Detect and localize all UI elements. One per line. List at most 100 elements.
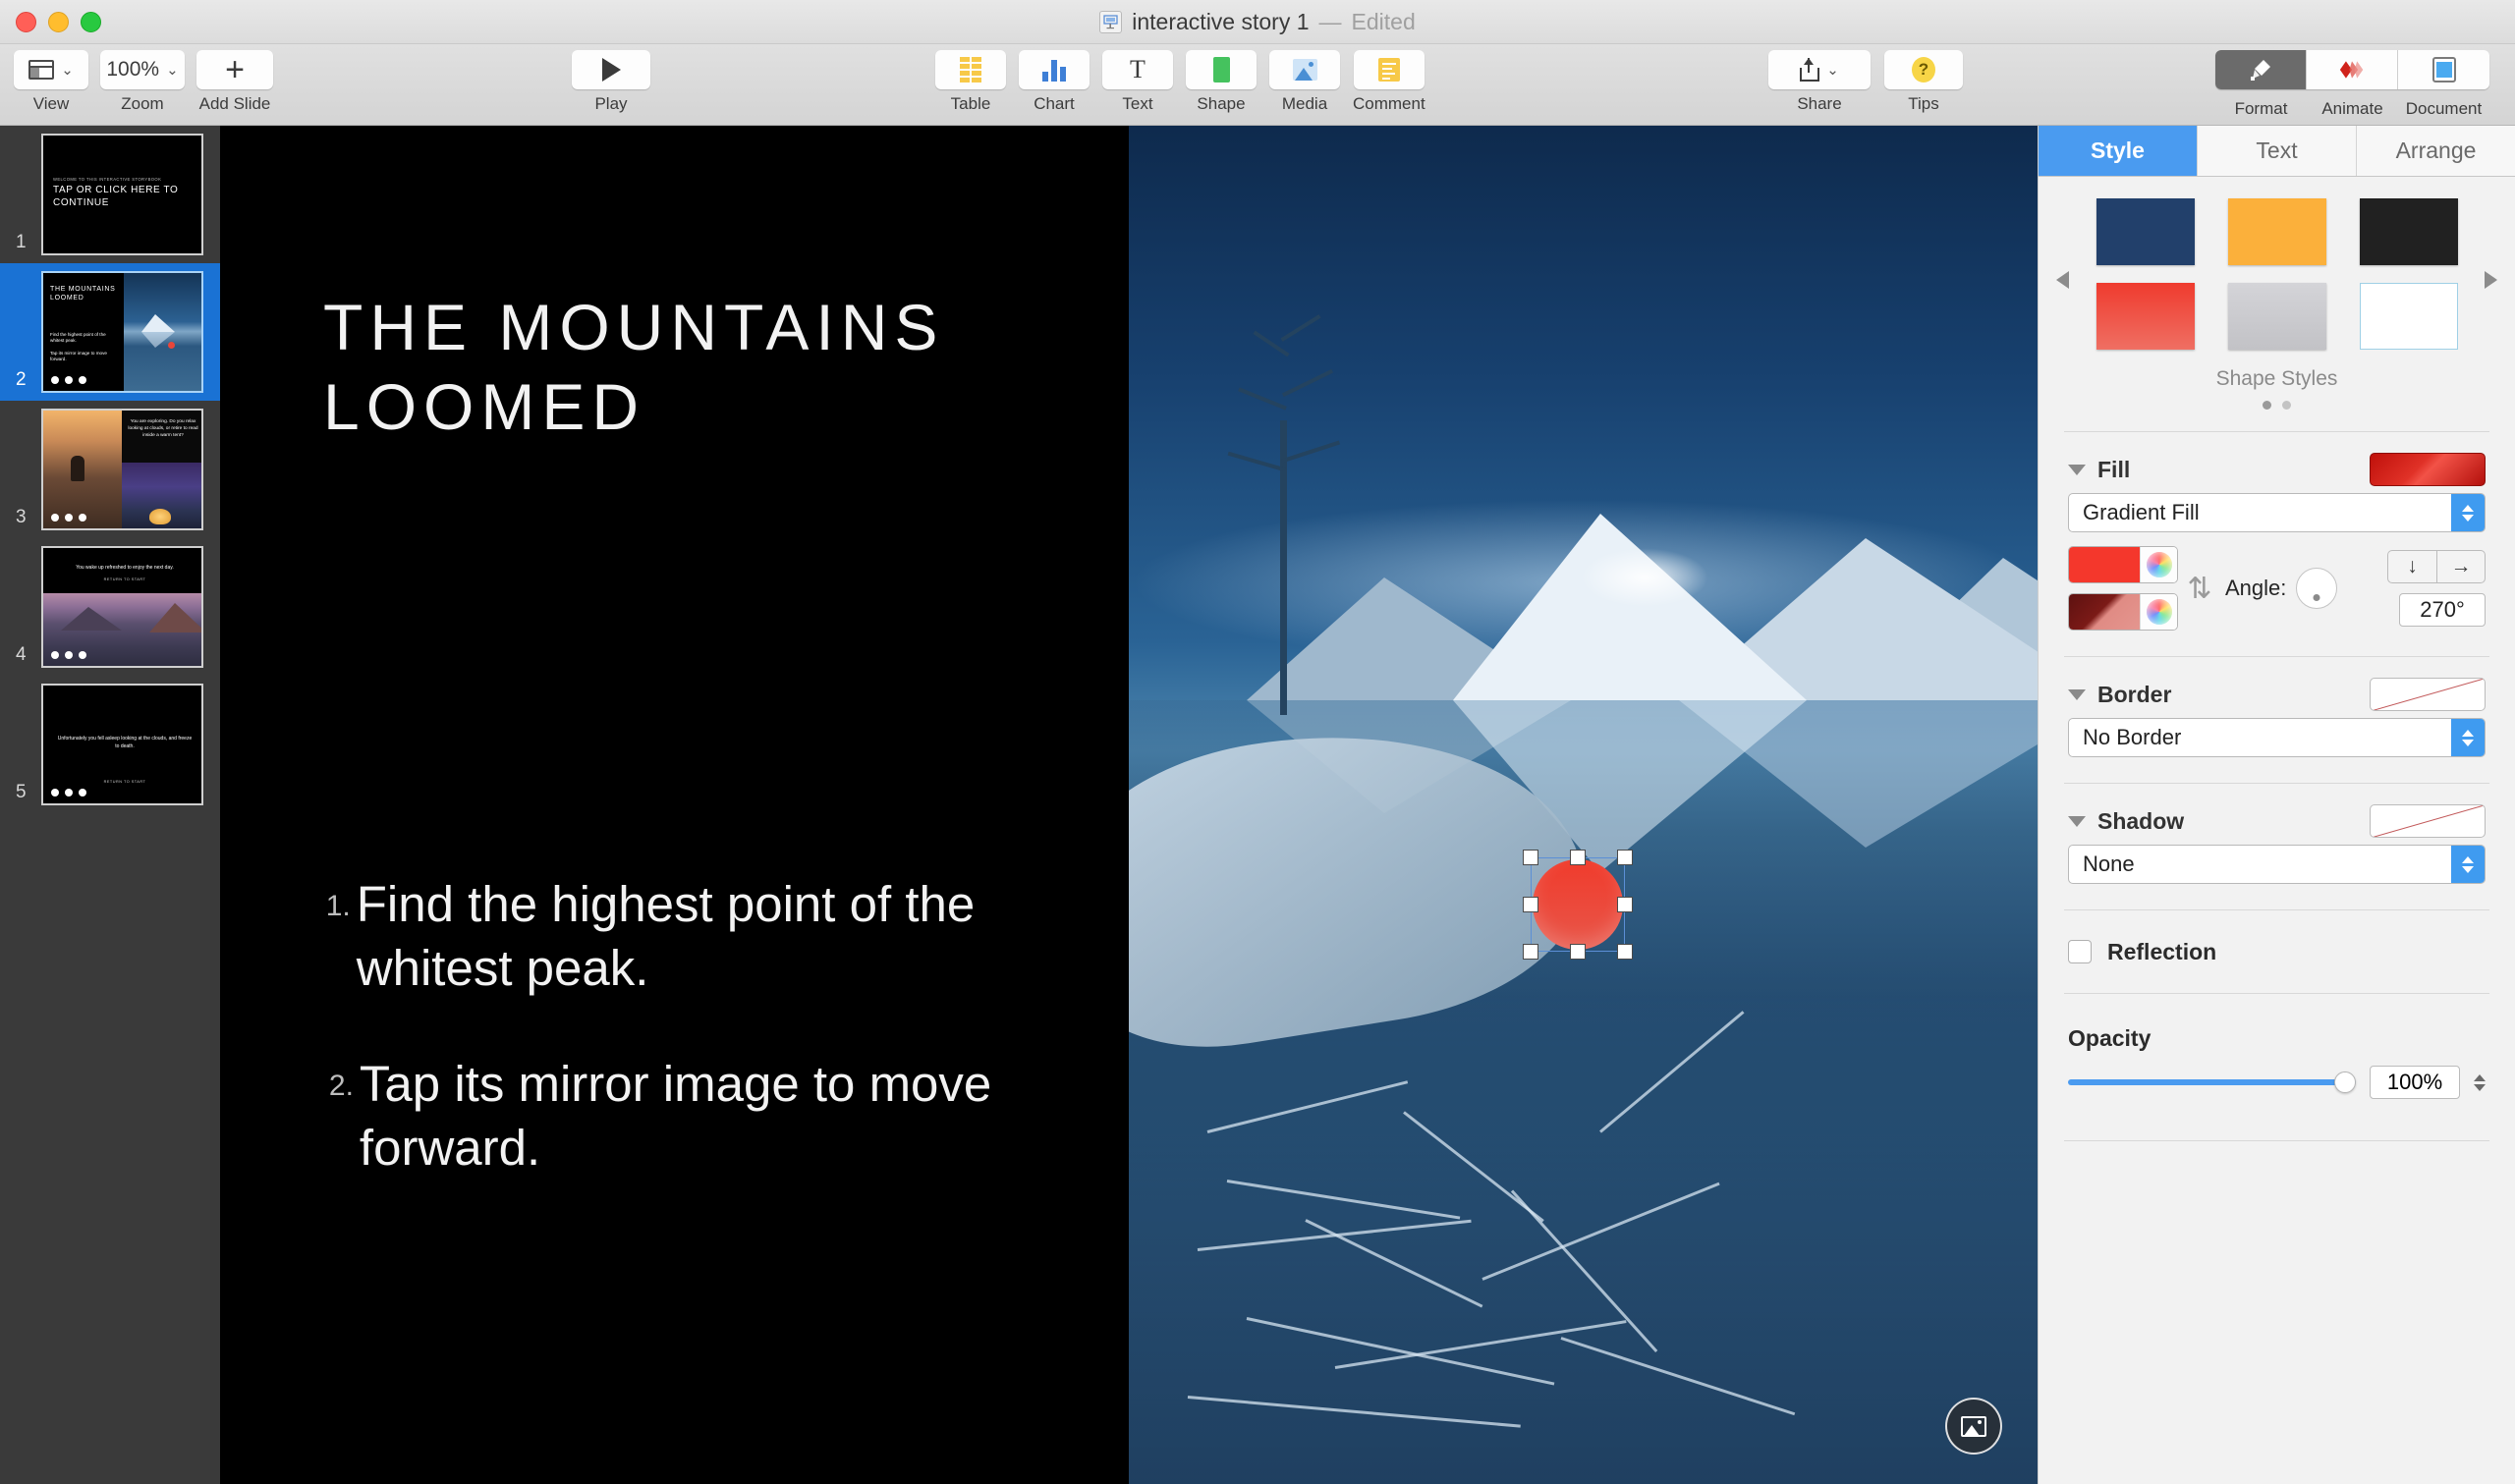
slide-navigator[interactable]: 1 WELCOME TO THIS INTERACTIVE STORYBOOK … xyxy=(0,126,220,1484)
disclosure-triangle-icon[interactable] xyxy=(2068,464,2086,475)
toolbar-play-group: Play xyxy=(572,50,650,114)
thumbnail-canvas-4: You wake up refreshed to enjoy the next … xyxy=(41,546,203,668)
thumb-2-heading: THE MOUNTAINS LOOMED xyxy=(50,286,116,302)
comment-note-icon xyxy=(1377,58,1400,82)
styles-next-arrow-icon[interactable] xyxy=(2485,271,2497,289)
angle-dial[interactable] xyxy=(2296,568,2338,609)
opacity-slider[interactable] xyxy=(2068,1071,2356,1094)
shape-style-light-gray[interactable] xyxy=(2227,283,2326,350)
tips-button[interactable]: ? Tips xyxy=(1884,50,1963,114)
resize-handle-ne[interactable] xyxy=(1617,850,1633,865)
comment-button[interactable]: Comment xyxy=(1353,50,1425,114)
border-preview-swatch[interactable] xyxy=(2370,678,2486,711)
current-slide[interactable]: THE MOUNTAINS LOOMED 1. Find the highest… xyxy=(220,126,2038,1484)
reflection-checkbox[interactable] xyxy=(2068,940,2092,963)
fill-section: Fill Gradient Fill ⇅ Angle: ↓ → 270° xyxy=(2039,446,2515,631)
resize-handle-e[interactable] xyxy=(1617,897,1633,912)
gradient-end-color-well[interactable] xyxy=(2068,593,2178,631)
mountain-peak xyxy=(1453,514,1807,700)
selected-shape[interactable] xyxy=(1523,850,1633,960)
media-button[interactable]: Media xyxy=(1269,50,1340,114)
opacity-value-field[interactable]: 100% xyxy=(2370,1066,2460,1099)
thumb-2-body-1: Find the highest point of the whitest pe… xyxy=(50,332,106,344)
angle-value-field[interactable]: 270° xyxy=(2399,593,2486,627)
disclosure-triangle-icon[interactable] xyxy=(2068,688,2086,700)
color-wheel-icon-end[interactable] xyxy=(2140,594,2177,630)
resize-handle-sw[interactable] xyxy=(1523,944,1538,960)
opacity-stepper-icon[interactable] xyxy=(2474,1073,2486,1091)
chart-button[interactable]: Chart xyxy=(1019,50,1090,114)
tips-label: Tips xyxy=(1908,94,1939,113)
gradient-direction-group: ↓ → xyxy=(2387,550,2486,583)
opacity-slider-knob[interactable] xyxy=(2334,1072,2356,1093)
zoom-button[interactable]: 100% ⌄ Zoom xyxy=(100,50,185,114)
shadow-header[interactable]: Shadow xyxy=(2068,797,2486,845)
tab-text[interactable]: Text xyxy=(2198,126,2357,176)
slide-thumbnail-5[interactable]: 5 Unfortunately you fell asleep looking … xyxy=(0,676,220,813)
resize-handle-se[interactable] xyxy=(1617,944,1633,960)
share-upload-icon xyxy=(1800,58,1820,82)
shape-style-navy[interactable] xyxy=(2096,198,2195,265)
gradient-direction-right-icon[interactable]: → xyxy=(2436,550,2486,583)
slide-photo[interactable] xyxy=(1129,126,2038,1484)
share-button[interactable]: ⌄ Share xyxy=(1768,50,1871,114)
tab-style[interactable]: Style xyxy=(2039,126,2198,176)
resize-handle-nw[interactable] xyxy=(1523,850,1538,865)
swap-colors-icon[interactable]: ⇅ xyxy=(2178,572,2221,606)
tab-arrange[interactable]: Arrange xyxy=(2357,126,2515,176)
fill-type-stepper-icon[interactable] xyxy=(2451,494,2485,531)
animate-toggle[interactable] xyxy=(2307,50,2398,89)
inspector-tabs: Style Text Arrange xyxy=(2039,126,2515,177)
play-button[interactable]: Play xyxy=(572,50,650,114)
shape-button[interactable]: Shape xyxy=(1186,50,1257,114)
reflection-row[interactable]: Reflection xyxy=(2039,924,2515,979)
resize-handle-n[interactable] xyxy=(1570,850,1586,865)
media-placeholder-button[interactable] xyxy=(1945,1398,2002,1455)
shape-style-charcoal[interactable] xyxy=(2359,198,2458,265)
slide-number-3: 3 xyxy=(16,507,27,527)
view-button[interactable]: ⌄ View xyxy=(14,50,88,114)
resize-handle-s[interactable] xyxy=(1570,944,1586,960)
slide-thumbnail-2[interactable]: 2 THE MOUNTAINS LOOMED Find the highest … xyxy=(0,263,220,401)
border-type-select[interactable]: No Border xyxy=(2068,718,2486,757)
shape-style-amber[interactable] xyxy=(2227,198,2326,265)
shadow-type-stepper-icon[interactable] xyxy=(2451,846,2485,883)
slide-thumbnail-3[interactable]: 3 You are exploring. Do you relax lookin… xyxy=(0,401,220,538)
thumb-5-dots xyxy=(51,789,86,797)
color-wheel-icon-start[interactable] xyxy=(2140,547,2177,582)
slide-thumbnail-1[interactable]: 1 WELCOME TO THIS INTERACTIVE STORYBOOK … xyxy=(0,126,220,263)
inspector-toggle-group: Format Animate Document xyxy=(2215,50,2489,119)
gradient-direction-down-icon[interactable]: ↓ xyxy=(2387,550,2436,583)
fill-type-value: Gradient Fill xyxy=(2083,500,2200,524)
styles-prev-arrow-icon[interactable] xyxy=(2056,271,2069,289)
slide-number-2: 2 xyxy=(16,369,27,390)
fill-preview-swatch[interactable] xyxy=(2370,453,2486,486)
slide-bullet-list[interactable]: 1. Find the highest point of the whitest… xyxy=(323,872,1070,1231)
document-icon xyxy=(2431,57,2456,82)
format-toggle[interactable] xyxy=(2215,50,2307,89)
slide-title[interactable]: THE MOUNTAINS LOOMED xyxy=(323,288,1070,446)
tab-text-label: Text xyxy=(2256,137,2298,163)
border-type-stepper-icon[interactable] xyxy=(2451,719,2485,756)
format-inspector[interactable]: Style Text Arrange Shape Styles Fill Gra… xyxy=(2038,126,2515,1484)
slide-left-panel: THE MOUNTAINS LOOMED 1. Find the highest… xyxy=(220,126,1129,1484)
divider-5 xyxy=(2064,993,2489,994)
table-button[interactable]: Table xyxy=(935,50,1006,114)
shadow-preview-swatch[interactable] xyxy=(2370,804,2486,838)
gradient-start-color-well[interactable] xyxy=(2068,546,2178,583)
border-header[interactable]: Border xyxy=(2068,671,2486,718)
disclosure-triangle-icon[interactable] xyxy=(2068,815,2086,827)
resize-handle-w[interactable] xyxy=(1523,897,1538,912)
toolbar-insert-group: Table Chart T Text Shape Media Comment xyxy=(935,50,1425,114)
slide-thumbnail-4[interactable]: 4 You wake up refreshed to enjoy the nex… xyxy=(0,538,220,676)
fill-header[interactable]: Fill xyxy=(2068,446,2486,493)
shape-styles-pagination[interactable] xyxy=(2039,401,2515,410)
shadow-type-select[interactable]: None xyxy=(2068,845,2486,884)
document-toggle[interactable] xyxy=(2398,50,2489,89)
text-button[interactable]: T Text xyxy=(1102,50,1173,114)
fill-type-select[interactable]: Gradient Fill xyxy=(2068,493,2486,532)
add-slide-button[interactable]: + Add Slide xyxy=(196,50,273,114)
shape-style-red-gradient[interactable] xyxy=(2096,283,2195,350)
shape-style-white-outline[interactable] xyxy=(2359,283,2458,350)
slide-canvas[interactable]: THE MOUNTAINS LOOMED 1. Find the highest… xyxy=(220,126,2038,1484)
